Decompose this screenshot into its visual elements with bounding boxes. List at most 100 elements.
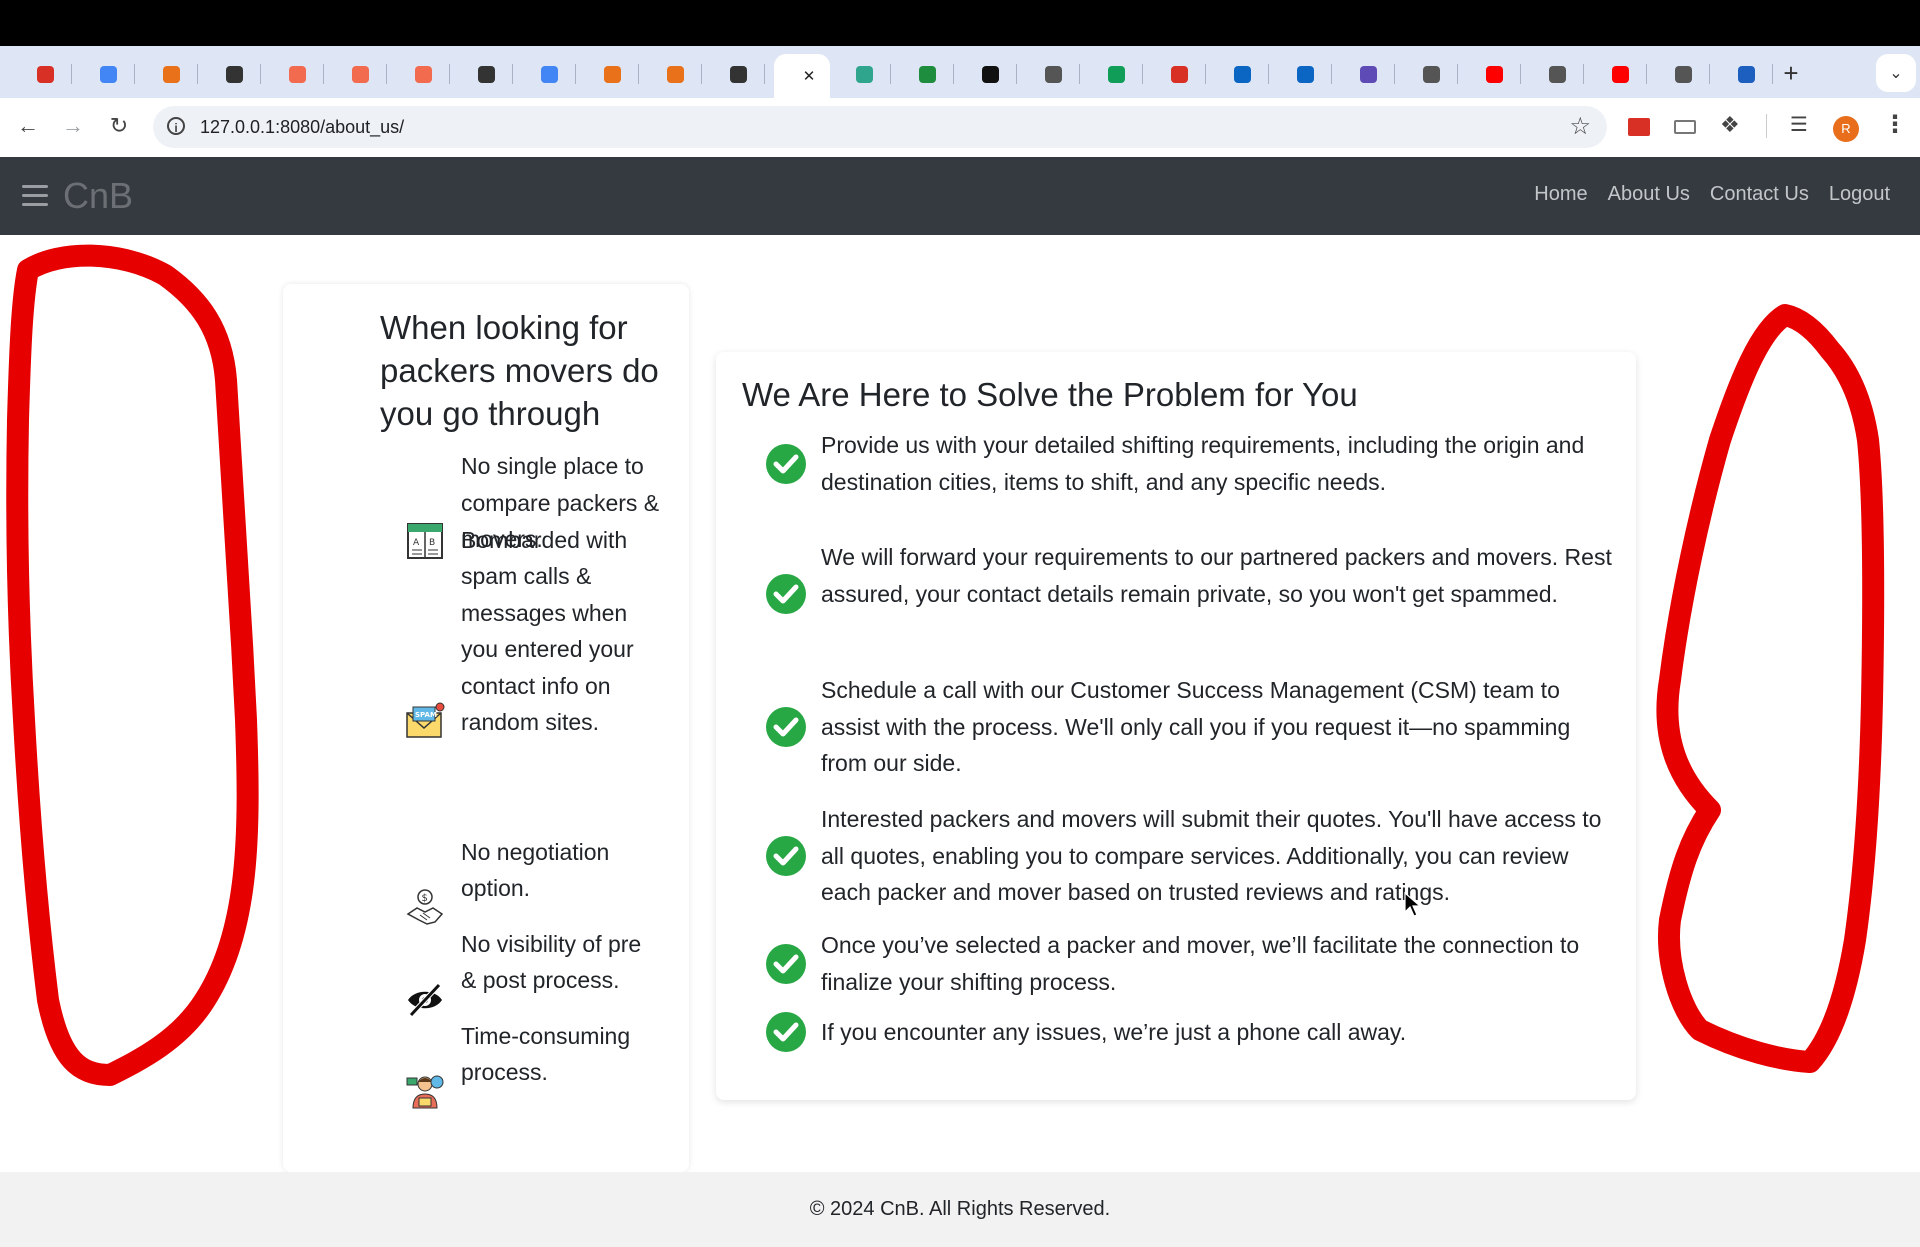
browser-tab[interactable] — [711, 54, 765, 94]
browser-tab[interactable] — [1278, 54, 1332, 94]
more-menu-icon[interactable]: ⋮ — [1883, 110, 1907, 138]
problems-title: When looking for packers movers do you g… — [380, 309, 659, 432]
browser-tab[interactable] — [144, 54, 198, 94]
spam-mail-icon: SPAM — [406, 702, 445, 738]
browser-tab[interactable] — [81, 54, 135, 94]
solution-text: Interested packers and movers will submi… — [821, 806, 1602, 905]
browser-tab[interactable] — [1404, 54, 1458, 94]
browser-tab[interactable] — [1719, 54, 1773, 94]
eye-slash-icon — [408, 983, 442, 1017]
tab-separator — [1646, 64, 1647, 84]
browser-tab[interactable] — [207, 54, 261, 94]
globe-icon — [1674, 65, 1692, 83]
browser-tab[interactable] — [1026, 54, 1080, 94]
svg-text:B: B — [429, 538, 435, 548]
url-text[interactable]: 127.0.0.1:8080/about_us/ — [200, 117, 404, 138]
brand-logo[interactable]: CnB — [63, 175, 133, 217]
close-tab-icon[interactable]: ✕ — [803, 67, 816, 85]
browser-tab[interactable] — [1656, 54, 1710, 94]
forward-arrow-icon[interactable]: → — [59, 112, 87, 140]
tab-separator — [1772, 64, 1773, 84]
browser-tab[interactable] — [18, 54, 72, 94]
check-circle-icon — [766, 835, 806, 876]
browser-tab[interactable] — [522, 54, 576, 94]
problem-text: No negotiation option. — [461, 838, 610, 902]
media-queue-icon[interactable]: ☰ — [1790, 112, 1808, 136]
problem-text: Time-consuming process. — [461, 1022, 631, 1086]
meet-icon — [918, 65, 936, 83]
tab-separator — [323, 64, 324, 84]
cast-icon[interactable] — [1674, 120, 1696, 134]
browser-tab[interactable] — [963, 54, 1017, 94]
browser-tab[interactable] — [1152, 54, 1206, 94]
globe-icon — [1422, 65, 1440, 83]
tab-separator — [953, 64, 954, 84]
puzzle-extensions-icon[interactable]: ❖ — [1720, 112, 1740, 137]
solution-text: Once you’ve selected a packer and mover,… — [821, 932, 1580, 995]
problem-text: No visibility of pre & post process. — [461, 930, 642, 994]
profile-avatar[interactable]: R — [1833, 116, 1859, 142]
nav-about-us-link[interactable]: About Us — [1608, 183, 1690, 206]
solution-text: We will forward your requirements to our… — [821, 544, 1612, 607]
youtube-icon — [1485, 65, 1503, 83]
footer-copyright: © 2024 CnB. All Rights Reserved. — [809, 1198, 1111, 1220]
browser-tab[interactable] — [396, 54, 450, 94]
problems-card: When looking for packers movers do you g… — [283, 284, 689, 1172]
bookmark-star-icon[interactable]: ☆ — [1569, 112, 1591, 141]
browser-tab[interactable] — [1215, 54, 1269, 94]
address-bar[interactable]: i 127.0.0.1:8080/about_us/ ☆ — [153, 106, 1607, 148]
browser-tab[interactable] — [585, 54, 639, 94]
browser-tab[interactable] — [1467, 54, 1521, 94]
tab-separator — [512, 64, 513, 84]
tab-separator — [1079, 64, 1080, 84]
tab-separator — [1205, 64, 1206, 84]
tab-separator — [701, 64, 702, 84]
handshake-money-icon: $ — [406, 889, 444, 925]
nav-links: Home About Us Contact Us Logout — [1534, 183, 1890, 206]
extension-icon[interactable] — [1628, 118, 1650, 136]
tab-separator — [197, 64, 198, 84]
time-person-icon — [406, 1075, 444, 1109]
browser-tab[interactable] — [1341, 54, 1395, 94]
browser-tab[interactable] — [270, 54, 324, 94]
browser-tab[interactable] — [333, 54, 387, 94]
footer: © 2024 CnB. All Rights Reserved. — [0, 1172, 1920, 1247]
back-arrow-icon[interactable]: ← — [14, 112, 42, 140]
tab-separator — [575, 64, 576, 84]
globe-icon — [1044, 65, 1062, 83]
tab-separator — [260, 64, 261, 84]
browser-tab[interactable] — [1593, 54, 1647, 94]
solution-text: Schedule a call with our Customer Succes… — [821, 677, 1571, 776]
browser-tab[interactable] — [648, 54, 702, 94]
problem-text: Bombarded with spam calls & messages whe… — [461, 526, 634, 736]
new-tab-button[interactable]: + — [1776, 58, 1806, 89]
hamburger-menu-icon[interactable] — [22, 185, 48, 212]
nav-home-link[interactable]: Home — [1534, 183, 1587, 206]
vue-icon — [855, 65, 873, 83]
browser-tab[interactable] — [1089, 54, 1143, 94]
tab-search-chevron-icon[interactable]: ⌄ — [1876, 54, 1916, 92]
tab-separator — [638, 64, 639, 84]
browser-toolbar: ← → ↻ i 127.0.0.1:8080/about_us/ ☆ ❖ ☰ ⋮ — [0, 98, 1920, 158]
browser-tab[interactable] — [1530, 54, 1584, 94]
nav-contact-us-link[interactable]: Contact Us — [1710, 183, 1809, 206]
toolbar-divider — [1766, 114, 1767, 138]
browser-tab[interactable] — [459, 54, 513, 94]
reload-icon[interactable]: ↻ — [105, 112, 133, 140]
browser-tab[interactable] — [900, 54, 954, 94]
gmail-icon — [36, 65, 54, 83]
tab-separator — [71, 64, 72, 84]
tab-separator — [764, 64, 765, 84]
site-info-icon[interactable]: i — [167, 117, 185, 135]
linkedin-icon — [1233, 65, 1251, 83]
check-circle-icon — [766, 443, 806, 484]
active-tab-icon — [789, 68, 799, 85]
browser-tab[interactable] — [837, 54, 891, 94]
chatgpt-icon — [729, 65, 747, 83]
nav-logout-link[interactable]: Logout — [1829, 183, 1890, 206]
mouse-cursor-icon — [1404, 892, 1422, 917]
check-circle-icon — [766, 706, 806, 747]
chatgpt-icon — [225, 65, 243, 83]
diamond-icon — [981, 65, 999, 83]
browser-tab[interactable]: ✕ — [774, 54, 830, 98]
